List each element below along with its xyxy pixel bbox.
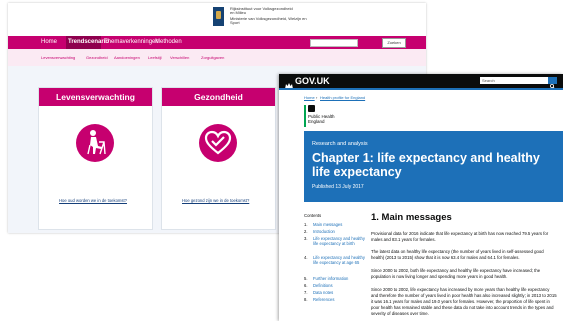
section-heading: 1. Main messages — [371, 212, 452, 223]
subnav-leefstijl[interactable]: Leefstijl — [148, 55, 162, 60]
card-title: Levensverwachting — [39, 88, 152, 106]
subnav-verschillen[interactable]: Verschillen — [170, 55, 189, 60]
card-link[interactable]: Hoe gezond zijn we in de toekomst? — [182, 198, 249, 203]
card-link[interactable]: Hoe oud worden we in de toekomst? — [59, 198, 127, 203]
toc-item-label: Data notes — [313, 290, 334, 295]
search-icon[interactable] — [548, 77, 557, 89]
paragraph: Provisional data for 2016 indicate that … — [371, 231, 549, 242]
toc-item-label: Life expectancy and healthy life expecta… — [313, 236, 365, 246]
nav-trendscenario[interactable]: Trendscenario — [68, 39, 109, 45]
card-gezondheid[interactable]: Gezondheid Hoe gezond zijn we in de toek… — [161, 87, 276, 230]
document-type: Research and analysis — [312, 141, 368, 147]
phe-crest-icon — [308, 105, 315, 112]
paragraph: Since 2000 to 2002, both life expectancy… — [371, 268, 541, 279]
toc-item-label: Life expectancy and healthy life expecta… — [313, 255, 365, 265]
breadcrumb-home[interactable]: Home — [304, 95, 315, 100]
nav-methoden[interactable]: Methoden — [155, 39, 182, 45]
rivm-search-input[interactable] — [310, 39, 358, 47]
toc-item-label: Further information — [313, 276, 349, 281]
rivm-search-button[interactable]: Zoeken — [382, 38, 406, 48]
nav-themaverkenningen[interactable]: Themaverkenningen — [104, 39, 159, 45]
card-levensverwachting[interactable]: Levensverwachting Hoe oud worden we in d… — [38, 87, 153, 230]
rivm-org-name-2: en Milieu — [230, 10, 247, 15]
subnav-gezondheid[interactable]: Gezondheid — [86, 55, 108, 60]
breadcrumb-separator: › — [316, 95, 318, 100]
toc-item-label: Definitions — [313, 283, 333, 288]
rivm-ministry-name-2: Sport — [230, 20, 240, 25]
contents-label: Contents — [304, 213, 322, 218]
phe-brand-bar — [304, 105, 306, 127]
nav-home[interactable]: Home — [41, 39, 57, 45]
subnav-zorguitgaven[interactable]: Zorguitgaven — [201, 55, 224, 60]
rivm-logo-icon[interactable] — [213, 7, 224, 26]
breadcrumb-health-profile[interactable]: Health profile for England — [320, 95, 365, 100]
toc-item-label: References — [313, 297, 335, 302]
rivm-ministry-name: Ministerie van Volksgezondheid, Welzijn … — [230, 16, 307, 21]
crown-icon[interactable] — [285, 77, 293, 89]
govuk-search-input[interactable]: Search — [480, 77, 548, 84]
govuk-page: GOV.UK Search Home › Health profile for … — [279, 74, 563, 321]
page-title: Chapter 1: life expectancy and healthy l… — [312, 151, 540, 179]
published-date: Published 13 July 2017 — [312, 184, 364, 190]
govuk-logo[interactable]: GOV.UK — [295, 76, 330, 86]
paragraph: The latest data on healthy life expectan… — [371, 249, 544, 260]
elderly-walker-icon — [76, 124, 114, 162]
card-title: Gezondheid — [162, 88, 275, 106]
subnav-aandoeningen[interactable]: Aandoeningen — [114, 55, 140, 60]
subnav-levensverwachting[interactable]: Levensverwachting — [41, 55, 75, 60]
phe-org-name-2[interactable]: England — [308, 119, 325, 124]
heart-check-icon — [199, 124, 237, 162]
toc-item-label: Main messages — [313, 222, 343, 227]
header-underline — [279, 88, 563, 90]
paragraph: Since 2000 to 2002, life expectancy has … — [371, 287, 557, 316]
title-banner: Research and analysis Chapter 1: life ex… — [304, 131, 563, 202]
toc-item-label: Introduction — [313, 229, 335, 234]
